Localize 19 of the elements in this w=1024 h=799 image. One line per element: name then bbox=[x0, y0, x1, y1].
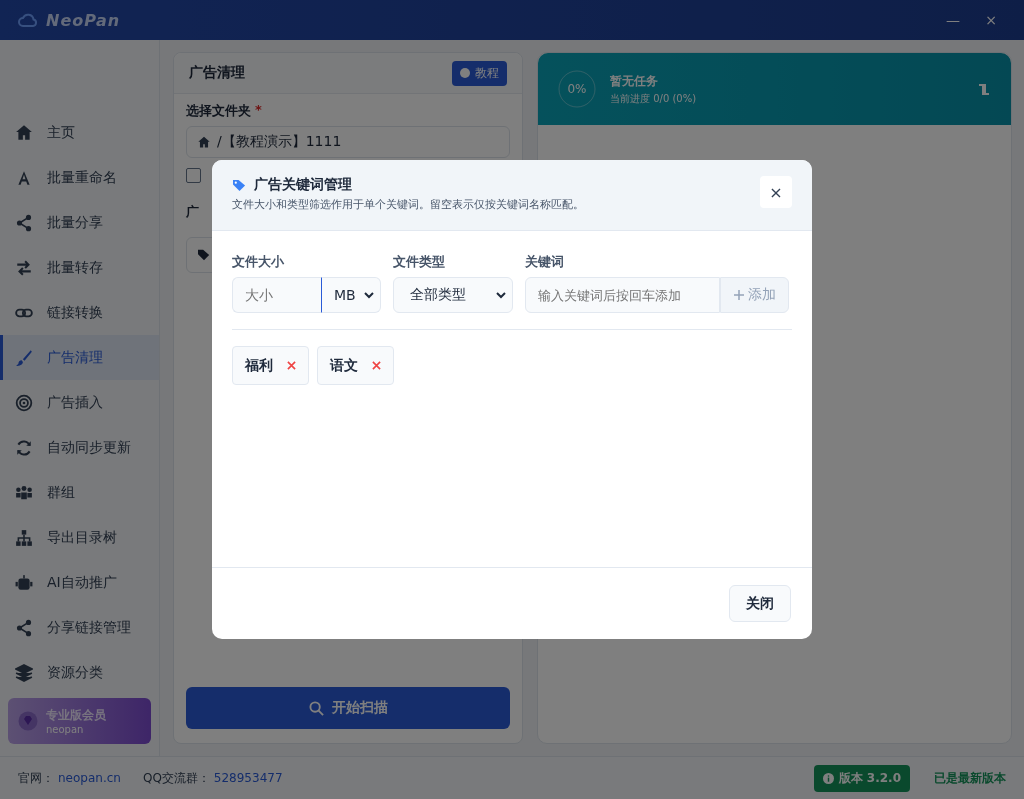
field-label: 文件类型 bbox=[393, 253, 446, 271]
site-label: 官网： bbox=[18, 769, 54, 787]
panel-title: 广告清理 bbox=[189, 64, 245, 82]
update-status: 已是最新版本 bbox=[934, 769, 1006, 787]
app-title: NeoPan bbox=[46, 10, 121, 30]
required-mark: * bbox=[255, 102, 262, 119]
task-title: 暂无任务 bbox=[610, 72, 659, 90]
field-label: 关键词 bbox=[525, 253, 565, 271]
keyword-tag: 福利 bbox=[232, 346, 309, 385]
field-label: 选择文件夹 bbox=[186, 102, 251, 120]
pro-subtitle: neopan bbox=[46, 724, 85, 735]
section-label: 广 bbox=[186, 203, 199, 221]
progress-percent: 0% bbox=[567, 82, 587, 96]
dialog-description: 文件大小和类型筛选作用于单个关键词。留空表示仅按关键词名称匹配。 bbox=[232, 197, 584, 212]
keyword-tag: 语文 bbox=[317, 346, 394, 385]
task-progress: 当前进度 0/0 (0%) bbox=[610, 91, 697, 106]
dialog-title: 广告关键词管理 bbox=[254, 176, 352, 194]
qq-label: QQ交流群： bbox=[142, 769, 210, 787]
field-label: 文件大小 bbox=[232, 253, 285, 271]
